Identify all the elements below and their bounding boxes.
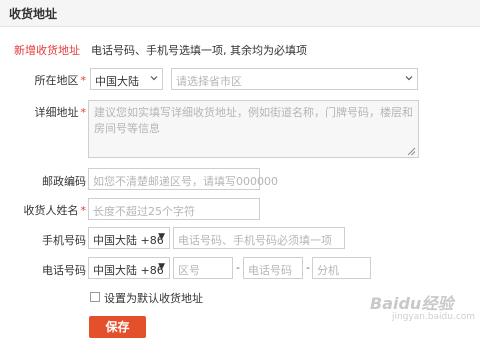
postal-label: 邮政编码 (42, 175, 86, 188)
area-select[interactable]: 请选择省市区 (171, 68, 418, 90)
phone-number-placeholder: 电话号码 (248, 264, 292, 277)
recipient-name-input[interactable]: 长度不超过25个字符 (88, 198, 260, 220)
country-select-value: 中国大陆 (95, 75, 139, 88)
phone-area-input[interactable]: 区号 (173, 257, 233, 279)
phone-number-input[interactable]: 电话号码 (243, 257, 303, 279)
separator: - (236, 261, 240, 274)
name-label-text: 收货人姓名 (23, 204, 79, 217)
default-address-checkbox[interactable] (90, 292, 100, 302)
mobile-country-value: 中国大陆 +86 (93, 234, 164, 247)
phone-country-value: 中国大陆 +86 (93, 264, 164, 277)
default-address-label[interactable]: 设置为默认收货地址 (104, 290, 203, 306)
separator: - (306, 261, 310, 274)
required-mark: * (80, 204, 87, 217)
postal-code-input[interactable]: 如您不清楚邮递区号，请填写000000 (88, 168, 278, 190)
page-header: 收货地址 (0, 0, 480, 27)
postal-placeholder: 如您不清楚邮递区号，请填写000000 (93, 175, 278, 188)
name-label: 收货人姓名 * (24, 202, 87, 218)
save-button[interactable]: 保存 (89, 316, 146, 338)
mobile-input[interactable]: 电话号码、手机号码必须填一项 (173, 227, 345, 249)
required-mark: * (80, 106, 87, 119)
region-label-text: 所在地区 (34, 74, 79, 87)
mobile-country-select[interactable]: 中国大陆 +86 ▼ (88, 227, 170, 249)
resize-handle-icon[interactable] (407, 146, 416, 156)
triangle-down-icon: ▼ (158, 232, 165, 242)
page-title: 收货地址 (9, 7, 58, 21)
form-subtitle: 新增收货地址 (14, 44, 80, 57)
area-select-placeholder: 请选择省市区 (176, 75, 242, 88)
name-placeholder: 长度不超过25个字符 (93, 205, 195, 218)
country-select[interactable]: 中国大陆 (90, 68, 163, 90)
mobile-label: 手机号码 (42, 234, 86, 247)
chevron-down-icon (405, 74, 413, 81)
phone-label: 电话号码 (42, 264, 86, 277)
phone-area-placeholder: 区号 (178, 264, 200, 277)
region-label: 所在地区 * (35, 72, 87, 88)
address-label-text: 详细地址 (34, 106, 79, 119)
form-note: 电话号码、手机号选填一项, 其余均为必填项 (91, 44, 307, 57)
chevron-down-icon (150, 74, 158, 81)
address-textarea[interactable]: 建议您如实填写详细收货地址，例如街道名称，门牌号码，楼层和房间号等信息 (88, 100, 419, 158)
watermark-logo: Baidu经验 (370, 294, 454, 313)
phone-country-select[interactable]: 中国大陆 +86 ▼ (88, 257, 170, 279)
watermark-url: jingyan.baidu.com (392, 312, 476, 322)
address-placeholder: 建议您如实填写详细收货地址，例如街道名称，门牌号码，楼层和房间号等信息 (94, 106, 413, 135)
phone-extension-placeholder: 分机 (317, 264, 339, 277)
required-mark: * (80, 74, 87, 87)
triangle-down-icon: ▼ (158, 262, 165, 272)
address-label: 详细地址 * (35, 104, 87, 120)
phone-extension-input[interactable]: 分机 (312, 257, 371, 279)
mobile-placeholder: 电话号码、手机号码必须填一项 (178, 234, 332, 247)
